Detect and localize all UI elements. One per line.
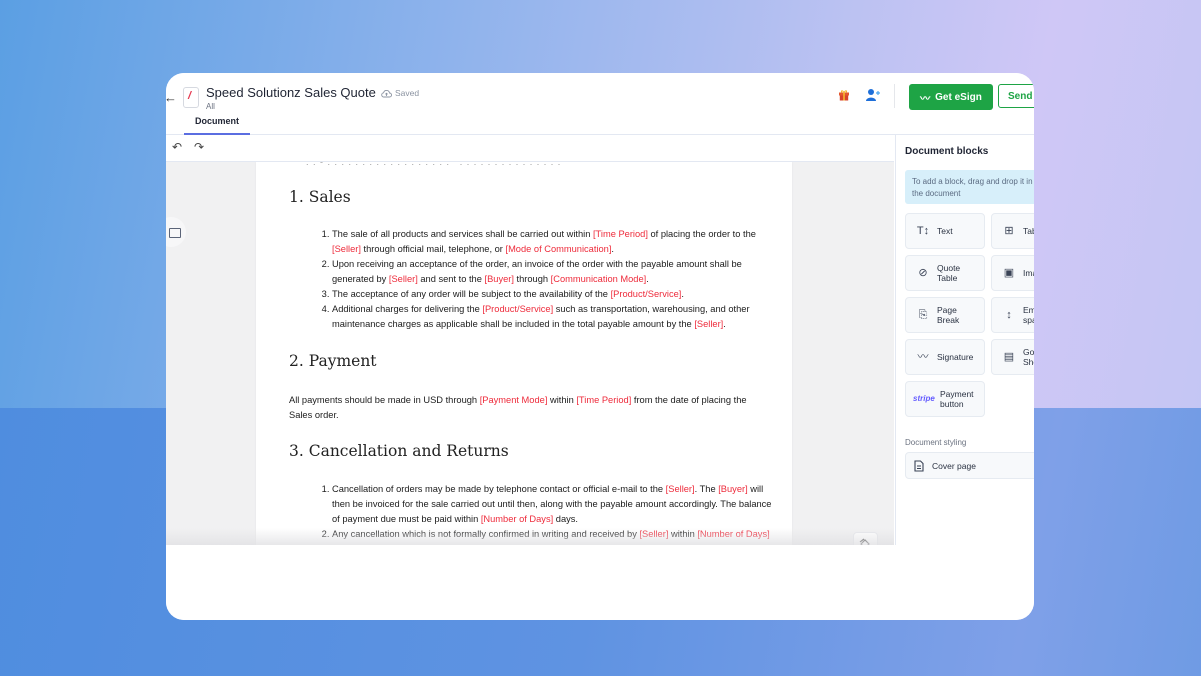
placeholder-variable: [Time Period] xyxy=(592,229,648,239)
sales-terms-list[interactable]: The sale of all products and services sh… xyxy=(316,227,772,332)
document-canvas: . . - , . . . . . . . , . . . . . . . . … xyxy=(166,162,894,545)
app-window: ← / Speed Solutionz Sales Quote All Save… xyxy=(166,73,1034,620)
placeholder-variable: [Product/Service] xyxy=(482,304,554,314)
placeholder-variable: [Communication Mode] xyxy=(550,274,647,284)
gift-icon[interactable] xyxy=(838,89,850,101)
block-payment-button[interactable]: stripe Payment button xyxy=(905,381,985,417)
outline-toggle-button[interactable] xyxy=(166,217,186,247)
placeholder-variable: [Seller] xyxy=(388,274,418,284)
placeholder-variable: [Buyer] xyxy=(484,274,514,284)
send-button[interactable]: Send xyxy=(998,84,1034,108)
quote-table-icon: ⊘ xyxy=(918,267,928,279)
text-run: of placing the order to the xyxy=(647,229,756,239)
save-status: Saved xyxy=(381,88,419,98)
text-run: through xyxy=(513,274,551,284)
signature-icon: 〰 xyxy=(920,93,931,105)
edit-toolbar: ↶ ↷ xyxy=(166,135,894,162)
image-icon: ▣ xyxy=(1003,267,1015,279)
outline-list-icon xyxy=(169,228,181,238)
list-item[interactable]: Cancellation of orders may be made by te… xyxy=(332,482,772,527)
placeholder-variable: [Seller] xyxy=(694,319,724,329)
text-run: All payments should be made in USD throu… xyxy=(289,395,480,405)
signature-icon: 〰 xyxy=(917,351,929,363)
section-heading[interactable]: 3. Cancellation and Returns xyxy=(289,442,509,460)
block-page-break[interactable]: ⎘ Page Break xyxy=(905,297,985,333)
text-run: . The xyxy=(694,484,719,494)
clipped-previous-text: . . - , . . . . . . . , . . . . . . . . … xyxy=(306,162,726,165)
text-run: through official mail, telephone, or xyxy=(360,244,506,254)
block-quote-table[interactable]: ⊘ Quote Table xyxy=(905,255,985,291)
text-run: The acceptance of any order will be subj… xyxy=(332,289,611,299)
table-icon: ⊞ xyxy=(1004,225,1014,237)
placeholder-variable: [Seller] xyxy=(665,484,695,494)
canvas-fade xyxy=(166,528,894,545)
document-icon: / xyxy=(183,87,199,108)
document-folder: All xyxy=(206,102,215,111)
text-run: days. xyxy=(553,514,578,524)
styling-section-label: Document styling xyxy=(905,438,967,447)
document-title[interactable]: Speed Solutionz Sales Quote xyxy=(206,85,376,100)
undo-icon[interactable]: ↶ xyxy=(172,140,182,154)
redo-icon[interactable]: ↷ xyxy=(194,140,204,154)
window-footer xyxy=(166,545,1034,620)
text-run: . xyxy=(681,289,684,299)
document-page[interactable]: . . - , . . . . . . . , . . . . . . . . … xyxy=(256,162,792,545)
placeholder-variable: [Number of Days] xyxy=(480,514,554,524)
placeholder-variable: [Buyer] xyxy=(718,484,748,494)
block-table[interactable]: ⊞ Table xyxy=(991,213,1034,249)
block-image[interactable]: ▣ Image xyxy=(991,255,1034,291)
list-item[interactable]: The sale of all products and services sh… xyxy=(332,227,772,257)
text-run: . xyxy=(611,244,615,254)
panel-title: Document blocks xyxy=(905,146,989,157)
add-user-icon[interactable] xyxy=(865,88,881,102)
page-break-icon: ⎘ xyxy=(918,309,928,321)
text-run: . xyxy=(723,319,726,329)
payment-paragraph[interactable]: All payments should be made in USD throu… xyxy=(289,393,764,423)
placeholder-variable: [Product/Service] xyxy=(610,289,682,299)
text-run: . xyxy=(646,274,649,284)
placeholder-variable: [Seller] xyxy=(332,244,361,254)
text-run: Cancellation of orders may be made by te… xyxy=(332,484,666,494)
block-empty-space[interactable]: ↕ Empty space xyxy=(991,297,1034,333)
cloud-upload-icon xyxy=(381,89,392,97)
placeholder-variable: [Mode of Communication] xyxy=(505,244,612,254)
header-bar: ← / Speed Solutionz Sales Quote All Save… xyxy=(166,73,1034,135)
section-heading[interactable]: 1. Sales xyxy=(289,188,351,206)
stripe-logo: stripe xyxy=(913,394,935,403)
block-signature[interactable]: 〰 Signature xyxy=(905,339,985,375)
placeholder-variable: [Payment Mode] xyxy=(479,395,548,405)
block-google-sheets[interactable]: ▤ Google Sheets xyxy=(991,339,1034,375)
text-run: within xyxy=(547,395,577,405)
cover-page-button[interactable]: Cover page xyxy=(905,452,1034,479)
vertical-arrows-icon: ↕ xyxy=(1006,309,1012,321)
document-blocks-panel: Document blocks To add a block, drag and… xyxy=(895,135,1034,545)
get-esign-button[interactable]: 〰 Get eSign xyxy=(909,84,993,110)
divider xyxy=(894,84,895,108)
list-item[interactable]: Additional charges for delivering the [P… xyxy=(332,302,772,332)
cover-page-icon xyxy=(914,459,924,472)
text-size-icon: T↕ xyxy=(916,225,930,237)
list-item[interactable]: The acceptance of any order will be subj… xyxy=(332,287,772,302)
tab-document[interactable]: Document xyxy=(184,116,250,135)
back-arrow-icon[interactable]: ← xyxy=(166,90,177,105)
placeholder-variable: [Time Period] xyxy=(576,395,632,405)
drag-drop-hint: To add a block, drag and drop it in the … xyxy=(905,170,1034,204)
section-heading[interactable]: 2. Payment xyxy=(289,352,377,370)
block-text[interactable]: T↕ Text xyxy=(905,213,985,249)
text-run: Additional charges for delivering the xyxy=(332,304,483,314)
sheet-icon: ▤ xyxy=(1003,351,1015,363)
text-run: and sent to the xyxy=(417,274,485,284)
list-item[interactable]: Upon receiving an acceptance of the orde… xyxy=(332,257,772,287)
text-run: The sale of all products and services sh… xyxy=(332,229,593,239)
